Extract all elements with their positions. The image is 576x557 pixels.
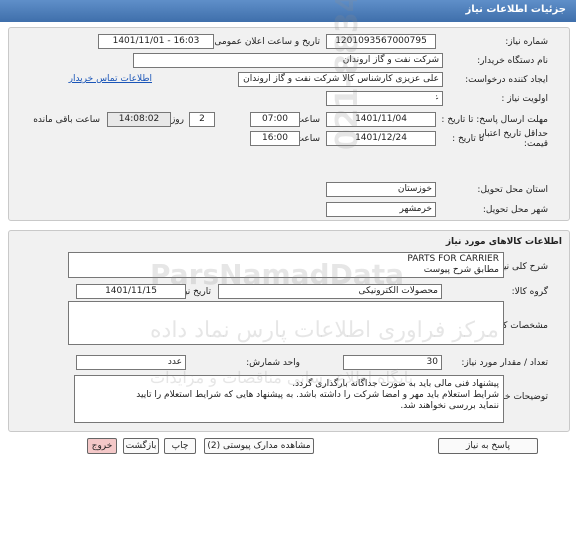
print-button[interactable]: چاپ: [164, 438, 196, 454]
buyer-notes-box: پیشنهاد فنی مالی باید به صورت جداگانه با…: [74, 375, 504, 423]
min-validity-label-2: قیمت:: [523, 139, 548, 149]
goods-specs-box: [68, 301, 504, 345]
goods-need-date-field: 1401/11/15: [76, 284, 186, 299]
reply-date-field: 1401/11/04: [326, 112, 436, 127]
notes-line-1: پیشنهاد فنی مالی باید به صورت جداگانه با…: [292, 379, 499, 389]
description-line-1: PARTS FOR CARRIER: [407, 254, 499, 264]
quantity-label: تعداد / مقدار مورد نیاز:: [461, 358, 548, 368]
reply-deadline-label: مهلت ارسال پاسخ: تا تاریخ :: [441, 115, 548, 125]
buyer-org-label: نام دستگاه خریدار:: [477, 56, 548, 66]
goods-section-title: اطلاعات کالاهای مورد نیاز: [445, 237, 562, 247]
buyer-org-field: شرکت نفت و گاز اروندان: [133, 53, 443, 68]
remaining-days-field: 2: [189, 112, 215, 127]
title-bar: جزئیات اطلاعات نیاز: [0, 0, 576, 22]
announce-datetime-field: 1401/11/01 - 16:03: [98, 34, 214, 49]
delivery-city-label: شهر محل تحویل:: [482, 205, 548, 215]
description-line-2: مطابق شرح پیوست: [423, 265, 499, 275]
need-number-field: 1201093567000795: [326, 34, 436, 49]
creator-field: علی عزیزی کارشناس کالا شرکت نفت و گاز ار…: [238, 72, 443, 87]
city-field: خرمشهر: [326, 202, 436, 217]
creator-label: ایجاد کننده درخواست:: [465, 75, 548, 85]
back-button[interactable]: بازگشت: [123, 438, 159, 454]
unit-field: عدد: [76, 355, 186, 370]
reply-time-field: 07:00: [250, 112, 300, 127]
exit-button[interactable]: خروج: [87, 438, 117, 454]
quantity-field: 30: [343, 355, 442, 370]
priority-label: اولویت نیاز :: [501, 94, 548, 104]
view-documents-button[interactable]: مشاهده مدارک پیوستی (2): [204, 438, 314, 454]
need-number-label: شماره نیاز:: [505, 37, 548, 47]
priority-field-frame: [326, 91, 436, 106]
to-date-label: تا تاریخ :: [452, 134, 484, 144]
notes-line-2: شرایط استعلام باید مهر و امضا شرکت را دا…: [136, 390, 499, 400]
reply-button[interactable]: پاسخ به نیاز: [438, 438, 538, 454]
remaining-time-field: 14:08:02: [107, 112, 171, 127]
goods-group-field: محصولات الکترونیکی: [218, 284, 442, 299]
goods-group-label: گروه کالا:: [511, 287, 548, 297]
notes-line-3: ننماید بررسی نخواهند شد.: [400, 401, 499, 411]
unit-label: واحد شمارش:: [246, 358, 300, 368]
hours-remaining-label: ساعت باقی مانده: [33, 115, 100, 125]
buyer-contact-link[interactable]: اطلاعات تماس خریدار: [69, 74, 152, 84]
province-field: خوزستان: [326, 182, 436, 197]
page-title: جزئیات اطلاعات نیاز: [465, 4, 566, 15]
delivery-province-label: استان محل تحویل:: [477, 185, 548, 195]
announce-datetime-label: تاریخ و ساعت اعلان عمومی:: [211, 37, 320, 47]
min-validity-label-1: حداقل تاریخ اعتبار: [480, 129, 548, 139]
description-box: PARTS FOR CARRIER مطابق شرح پیوست: [68, 252, 504, 278]
validity-time-field: 16:00: [250, 131, 300, 146]
validity-date-field: 1401/12/24: [326, 131, 436, 146]
